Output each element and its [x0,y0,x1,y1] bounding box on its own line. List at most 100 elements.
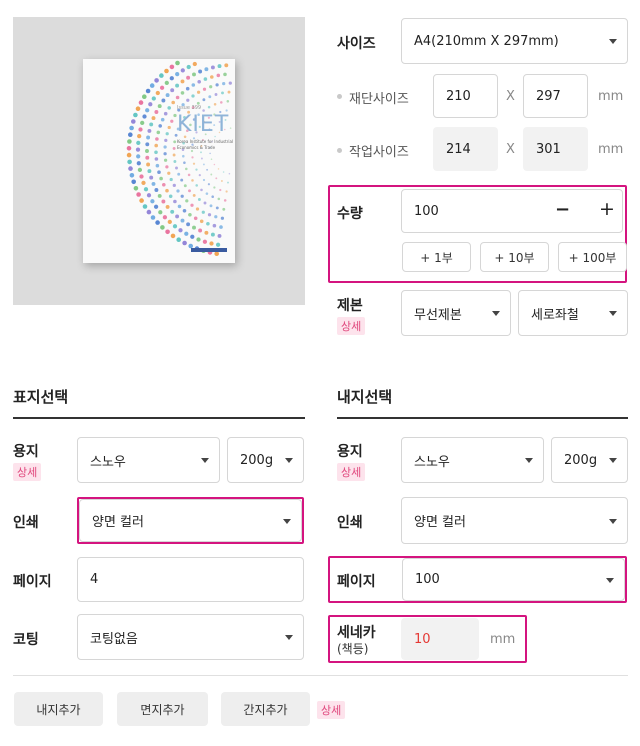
decor-dot [206,222,210,226]
decor-dot [173,160,177,163]
decor-dot [187,173,191,177]
quantity-add-10-button[interactable]: + 10부 [480,242,549,272]
decor-dot [180,178,184,182]
inner-print-label: 인쇄 [337,515,363,531]
inner-section-title: 내지선택 [337,388,393,406]
chevron-down-icon [609,458,617,463]
inner-print-select[interactable]: 양면 컬러 [401,497,628,544]
decor-dot [207,105,211,109]
decor-dot [137,133,142,139]
decor-dot [131,119,136,124]
decor-dot [164,138,168,143]
decor-dot [214,215,218,219]
decor-dot [219,188,222,192]
chevron-down-icon [609,518,617,524]
decor-dot [210,75,214,79]
size-select[interactable]: A4(210mm X 297mm) [401,18,628,64]
decor-dot [170,119,174,123]
decor-dot [183,161,186,164]
add-inner-button[interactable]: 내지추가 [14,692,103,726]
inner-pages-select[interactable]: 100 [402,558,625,601]
decor-dot [213,163,216,166]
decor-dot [215,83,219,87]
decor-dot [215,242,221,247]
quantity-plus-button[interactable]: + [599,198,615,220]
add-endpaper-button[interactable]: 면지추가 [117,692,208,726]
decor-dot [135,106,141,111]
decor-dot [209,204,213,208]
cover-pages-input[interactable]: 4 [77,557,304,602]
decor-dot [157,193,162,198]
decor-dot [175,166,178,170]
decor-dot [146,193,152,198]
decor-dot [154,150,158,155]
decor-dot [204,67,209,72]
decor-dot [190,234,195,239]
quantity-add-100-button[interactable]: + 100부 [558,242,627,272]
binding-detail-link[interactable]: 상세 [337,317,366,335]
work-size-label: 작업사이즈 [349,145,409,160]
work-width-field: 214 [433,127,498,171]
decor-dot [210,158,213,160]
add-insert-button[interactable]: 간지추가 [221,692,310,726]
decor-dot [220,101,223,104]
quantity-minus-button[interactable]: − [555,199,570,220]
cover-paper-type-select[interactable]: 스노우 [77,437,220,483]
decor-dot [223,199,227,202]
decor-dot [169,64,175,70]
decor-dot [195,184,198,187]
work-unit: mm [598,142,624,157]
decor-dot [209,85,213,89]
decor-dot [151,116,156,121]
quantity-input[interactable]: 100 [401,189,623,233]
decor-dot [142,94,147,99]
decor-dot [222,81,226,86]
cover-institute-1: Korea Institute for Industrial [177,139,234,144]
decor-dot [200,151,202,154]
cover-paper-weight-select[interactable]: 200g [227,437,304,483]
decor-dot [228,81,232,85]
cover-paper-detail-link[interactable]: 상세 [13,463,42,481]
decor-dot [175,60,180,66]
inner-paper-detail-link[interactable]: 상세 [337,463,366,481]
binding-direction-select[interactable]: 세로좌철 [518,290,628,336]
decor-dot [135,147,141,152]
decor-dot [210,232,215,237]
binding-type-select[interactable]: 무선제본 [401,290,511,336]
decor-dot [202,239,208,244]
decor-dot [190,149,194,153]
decor-dot [167,219,172,225]
cut-width-input[interactable]: 210 [433,74,498,118]
decor-dot [191,179,194,182]
decor-dot [126,146,132,151]
cut-height-input[interactable]: 297 [523,74,588,118]
decor-dot [163,152,167,156]
spine-sublabel: (책등) [337,642,369,656]
inner-paper-weight-select[interactable]: 200g [551,437,628,483]
decor-dot [155,90,160,96]
decor-dot [170,88,175,93]
decor-dot [147,169,152,174]
inner-paper-type-select[interactable]: 스노우 [401,437,544,483]
decor-dot [222,207,226,211]
bottom-detail-link[interactable]: 상세 [317,701,346,719]
decor-dot [177,204,182,209]
decor-dot [182,209,187,213]
decor-dot [214,93,218,96]
decor-dot [163,145,167,149]
decor-dot [165,204,170,209]
decor-dot [154,188,159,192]
decor-dot [149,83,155,88]
size-label: 사이즈 [337,36,376,52]
cover-logo [191,248,227,252]
chevron-down-icon [492,311,500,316]
decor-dot [158,124,162,128]
decor-dot [217,64,222,69]
quantity-add-1-button[interactable]: + 1부 [402,242,471,272]
decor-dot [217,233,222,238]
chevron-down-icon [285,458,293,463]
decor-dot [157,104,162,109]
decor-dot [154,143,158,148]
decor-dot [148,102,153,107]
cover-coating-select[interactable]: 코팅없음 [77,614,304,660]
